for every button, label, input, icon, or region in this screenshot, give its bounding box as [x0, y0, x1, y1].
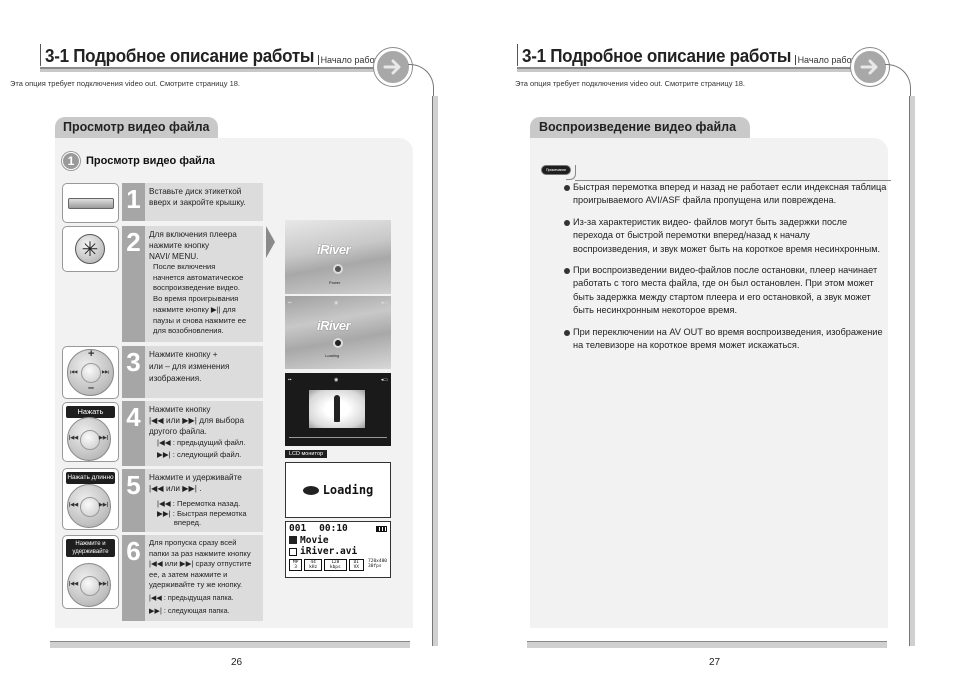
- wheel-image-step6: Нажмите и удерживайте |◀◀ ▶▶|: [62, 535, 119, 609]
- section-tab: Воспроизведение видео файла: [530, 117, 751, 138]
- long-press-label: Нажать длинно: [66, 472, 115, 484]
- step-number: 5: [122, 469, 145, 532]
- note-divider-curve: [566, 165, 576, 180]
- navi-button-image: ✳: [62, 226, 119, 272]
- step-text: Нажмите и удерживайте |◀◀ или ▶▶| . |◀◀ …: [149, 473, 247, 527]
- step-number: 6: [122, 535, 145, 621]
- step-text: Для включения плеера нажмите кнопку NAVI…: [149, 230, 247, 336]
- lcd-format-row: MP 3 44 kHz 128 kbps DI VX 720x480 30fps: [289, 558, 387, 571]
- title-underline: [40, 67, 380, 72]
- tv-status-icons: ▪▪ ◉ ◂▭: [288, 377, 388, 383]
- step-3: 3 Нажмите кнопку + или – для изменения и…: [122, 346, 263, 398]
- step-number: 1: [122, 183, 145, 221]
- folder-icon: [289, 536, 297, 545]
- lcd-loading-screen: Loading: [285, 462, 391, 518]
- wheel-control-icon: + – |◀◀ ▶▶|: [67, 348, 114, 396]
- step-text: Нажмите кнопку + или – для изменения изо…: [149, 350, 230, 383]
- footer-bar: [50, 641, 410, 648]
- step-4: 4 Нажмите кнопку |◀◀ или ▶▶| для выбора …: [122, 401, 263, 466]
- next-arrow-icon: [374, 48, 412, 86]
- lcd-monitor-label: LCD монитор: [285, 450, 328, 458]
- wheel-image-step4: Нажать |◀◀ ▶▶|: [62, 402, 119, 462]
- video-out-note: Эта опция требует подключения video out.…: [10, 79, 240, 88]
- tv-screen-loading: ▪▪ ◉ ◂▭ iRiver Loading: [285, 296, 391, 369]
- step-number: 4: [122, 401, 145, 466]
- step-1: 1 Вставьте диск этикеткой вверх и закрой…: [122, 183, 263, 221]
- lcd-track-row: 001 00:10: [289, 523, 387, 535]
- step-text: Для пропуска сразу всей папки за раз наж…: [149, 538, 252, 615]
- list-item: Из-за характеристик видео- файлов могут …: [563, 216, 888, 256]
- list-item: При переключении на AV OUT во время восп…: [563, 326, 888, 353]
- loading-text: Loading: [322, 483, 374, 497]
- page-number: 26: [231, 657, 243, 668]
- decorative-curve: [408, 64, 434, 98]
- pointer-arrow-icon: [266, 226, 275, 258]
- subsection-number: 1: [62, 152, 80, 170]
- iriver-logo: iRiver: [317, 242, 351, 257]
- next-arrow-icon: [851, 48, 889, 86]
- step-text: Вставьте диск этикеткой вверх и закройте…: [149, 187, 246, 207]
- page-title: 3-1 Подробное описание работы: [522, 45, 792, 66]
- wheel-image-step3: + – |◀◀ ▶▶|: [62, 346, 119, 399]
- lcd-status-screen: 001 00:10 Movie iRiver.avi MP 3 44 kHz 1…: [285, 521, 391, 578]
- wheel-image-step5: Нажать длинно |◀◀ ▶▶|: [62, 468, 119, 530]
- side-bar: [909, 96, 915, 646]
- step-text: Нажмите кнопку |◀◀ или ▶▶| для выбора др…: [149, 405, 246, 459]
- disc-tray-image: [62, 183, 119, 223]
- section-tab: Просмотр видео файла: [55, 117, 218, 138]
- tray-icon: [68, 198, 114, 209]
- wheel-control-icon: |◀◀ ▶▶|: [67, 563, 111, 607]
- step-5: 5 Нажмите и удерживайте |◀◀ или ▶▶| . |◀…: [122, 469, 263, 532]
- tv-screen-playback: ▪▪ ◉ ◂▭: [285, 373, 391, 446]
- wheel-control-icon: |◀◀ ▶▶|: [67, 417, 111, 461]
- subsection-title: Просмотр видео файла: [86, 155, 215, 167]
- file-icon: [289, 547, 297, 556]
- subsection-header: 1 Просмотр видео файла: [62, 152, 215, 170]
- page-26: 3-1 Подробное описание работы Начало раб…: [0, 0, 477, 687]
- video-out-note: Эта опция требует подключения video out.…: [515, 79, 745, 88]
- step-2: 2 Для включения плеера нажмите кнопку NA…: [122, 226, 263, 342]
- page-header: 3-1 Подробное описание работы Начало раб…: [522, 45, 862, 67]
- page-title: 3-1 Подробное описание работы: [45, 45, 315, 66]
- title-marker: [40, 44, 44, 66]
- step-number: 2: [122, 226, 145, 342]
- page-header: 3-1 Подробное описание работы Начало раб…: [45, 45, 385, 67]
- asterisk-icon: ✳: [75, 234, 105, 264]
- playback-progress-bar: [289, 437, 387, 438]
- footer-bar: [527, 641, 887, 648]
- tv-status-icons: ▪▪ ◉ ◂▭: [288, 300, 388, 306]
- page-number: 27: [709, 657, 721, 668]
- dancer-silhouette: [334, 395, 340, 422]
- lcd-folder-row: Movie: [289, 535, 387, 547]
- wheel-control-icon: |◀◀ ▶▶|: [67, 484, 111, 528]
- battery-icon: [376, 525, 387, 532]
- list-item: При воспроизведении видео-файлов после о…: [563, 264, 888, 318]
- tv-screen-power: iRiver Power: [285, 220, 391, 294]
- lcd-file-row: iRiver.avi: [289, 546, 387, 558]
- title-underline: [517, 67, 857, 72]
- step-number: 3: [122, 346, 145, 398]
- notes-list: Быстрая перемотка вперед и назад не рабо…: [563, 181, 888, 360]
- iriver-logo: iRiver: [317, 318, 351, 333]
- loading-disc-icon: [302, 485, 319, 495]
- step-6: 6 Для пропуска сразу всей папки за раз н…: [122, 535, 263, 621]
- decorative-curve: [885, 64, 911, 98]
- list-item: Быстрая перемотка вперед и назад не рабо…: [563, 181, 888, 208]
- side-bar: [432, 96, 438, 646]
- title-marker: [517, 44, 521, 66]
- press-hold-label: Нажмите и удерживайте: [66, 539, 115, 557]
- disc-icon: [333, 264, 343, 274]
- disc-icon: [333, 338, 343, 348]
